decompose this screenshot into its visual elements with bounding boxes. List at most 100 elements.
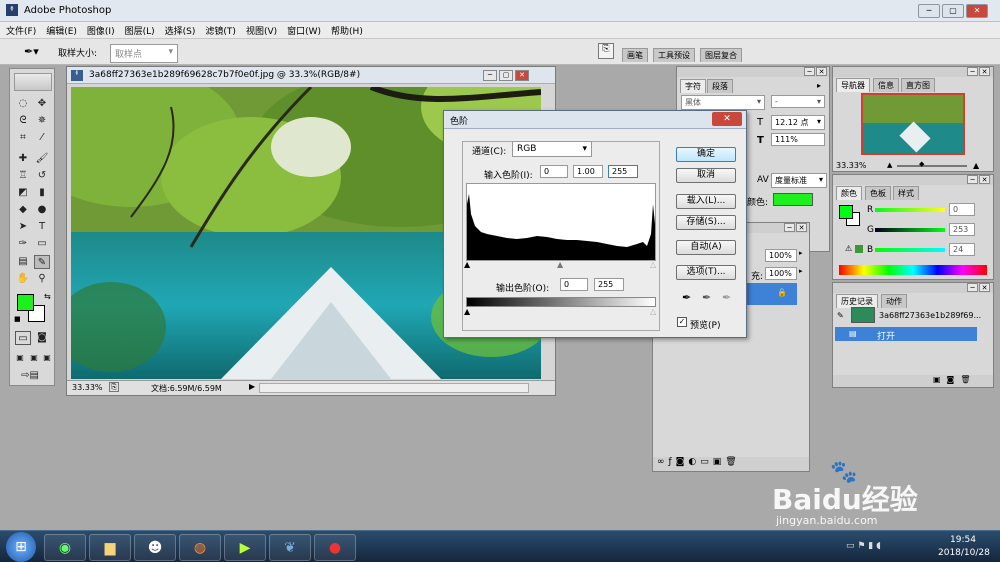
screen-mode-3-icon[interactable]: ▣ <box>39 351 55 365</box>
r-value-field[interactable]: 0 <box>949 203 975 216</box>
pen-tool-icon[interactable]: ✑ <box>15 237 31 251</box>
tab-info[interactable]: 信息 <box>873 78 899 92</box>
history-footer-icons[interactable]: ▣◙🗑 <box>833 375 993 387</box>
start-button[interactable]: ⊞ <box>6 532 36 562</box>
palette-well-icon[interactable]: ⎘ <box>598 43 614 59</box>
font-style-select[interactable]: - ▾ <box>771 95 825 108</box>
tab-brushes[interactable]: 画笔 <box>622 48 648 62</box>
dodge-tool-icon[interactable]: ● <box>34 203 50 217</box>
char-minimize-button[interactable]: ─ <box>804 67 815 76</box>
load-button[interactable]: 载入(L)... <box>676 194 736 209</box>
taskbar-media-icon[interactable]: ▶ <box>224 534 266 561</box>
type-tool-icon[interactable]: T <box>34 220 50 234</box>
sample-size-select[interactable]: 取样点 ▾ <box>110 44 178 63</box>
standard-mode-icon[interactable]: ▭ <box>15 331 31 345</box>
font-family-select[interactable]: 黑体 ▾ <box>681 95 765 110</box>
black-point-eyedropper-icon[interactable]: ✒ <box>682 291 691 304</box>
swap-colors-icon[interactable]: ⇆ <box>44 292 51 301</box>
horizontal-scrollbar[interactable] <box>259 383 529 393</box>
tab-layer-comps[interactable]: 图层复合 <box>700 48 742 62</box>
gamut-warning-icon[interactable]: ⚠ <box>845 244 852 253</box>
eyedropper-tool-icon[interactable]: ✒▾ <box>24 45 39 58</box>
gray-point-eyedropper-icon[interactable]: ✒ <box>702 291 711 304</box>
output-white-slider-handle-icon[interactable]: △ <box>650 307 656 316</box>
zoom-slider[interactable] <box>897 165 967 167</box>
eyedropper-tool-active-icon[interactable]: ✎ <box>34 255 50 269</box>
maximize-button[interactable]: ▢ <box>942 4 964 18</box>
background-layer-row[interactable]: 🔒 <box>747 283 797 305</box>
layer-fill-field[interactable]: 100% <box>765 267 797 280</box>
measure-select[interactable]: 度量标准 ▾ <box>771 173 827 188</box>
blur-tool-icon[interactable]: ◆ <box>15 203 31 217</box>
move-tool-icon[interactable]: ✥ <box>34 97 50 111</box>
doc-close-button[interactable]: ✕ <box>515 70 529 81</box>
font-size-field[interactable]: 12.12 点 ▾ <box>771 115 825 130</box>
shape-tool-icon[interactable]: ▭ <box>34 237 50 251</box>
close-button[interactable]: ✕ <box>966 4 988 18</box>
zoom-out-icon[interactable]: ▲ <box>887 161 892 169</box>
output-black-slider-handle-icon[interactable]: ▲ <box>464 307 470 316</box>
input-black-field[interactable]: 0 <box>540 165 568 178</box>
taskbar-photoshop-icon[interactable]: ❦ <box>269 534 311 561</box>
color-close-button[interactable]: ✕ <box>979 175 990 184</box>
tab-history[interactable]: 历史记录 <box>836 294 878 308</box>
path-selection-tool-icon[interactable]: ➤ <box>15 220 31 234</box>
menu-file[interactable]: 文件(F) <box>0 22 40 37</box>
layers-minimize-button[interactable]: ─ <box>784 223 795 232</box>
menu-layer[interactable]: 图层(L) <box>119 22 159 37</box>
tab-histogram[interactable]: 直方图 <box>901 78 935 92</box>
leading-field[interactable]: 111% <box>771 133 825 146</box>
g-slider[interactable] <box>875 228 945 232</box>
default-colors-icon[interactable]: ■ <box>14 315 21 323</box>
opacity-arrow-icon[interactable]: ▸ <box>799 249 803 257</box>
taskbar-recorder-icon[interactable]: ● <box>314 534 356 561</box>
hand-tool-icon[interactable]: ✋ <box>15 272 31 286</box>
options-button[interactable]: 选项(T)... <box>676 265 736 280</box>
input-white-field[interactable]: 255 <box>608 165 638 178</box>
history-close-button[interactable]: ✕ <box>979 283 990 292</box>
zoom-level[interactable]: 33.33% <box>72 383 103 392</box>
char-close-button[interactable]: ✕ <box>816 67 827 76</box>
doc-minimize-button[interactable]: ─ <box>483 70 497 81</box>
menu-image[interactable]: 图像(I) <box>81 22 119 37</box>
ok-button[interactable]: 确定 <box>676 147 736 162</box>
magic-wand-tool-icon[interactable]: ✵ <box>34 114 50 128</box>
minimize-button[interactable]: ─ <box>918 4 940 18</box>
layer-opacity-field[interactable]: 100% <box>765 249 797 262</box>
feather-logo-icon[interactable] <box>14 73 52 91</box>
slice-tool-icon[interactable]: ⁄ <box>34 131 50 145</box>
brush-tool-icon[interactable]: 🖌 <box>34 152 50 166</box>
quick-mask-icon[interactable]: ◙ <box>34 331 50 345</box>
marquee-tool-icon[interactable]: ◌ <box>15 97 31 111</box>
output-white-field[interactable]: 255 <box>594 278 624 291</box>
text-color-swatch[interactable] <box>773 193 813 206</box>
color-minimize-button[interactable]: ─ <box>967 175 978 184</box>
color-spectrum-bar[interactable] <box>839 265 987 275</box>
cancel-button[interactable]: 取消 <box>676 168 736 183</box>
menu-select[interactable]: 选择(S) <box>159 22 200 37</box>
preview-checkbox[interactable]: ✓ <box>677 317 687 327</box>
taskbar-360-icon[interactable]: ◉ <box>44 534 86 561</box>
input-gamma-field[interactable]: 1.00 <box>573 165 603 178</box>
doc-maximize-button[interactable]: ▢ <box>499 70 513 81</box>
taskbar-explorer-icon[interactable]: ▆ <box>89 534 131 561</box>
color-fg-swatch[interactable] <box>839 205 853 219</box>
b-value-field[interactable]: 24 <box>949 243 975 256</box>
jump-to-imageready-icon[interactable]: ⇨▤ <box>15 369 45 383</box>
zoom-slider-handle-icon[interactable]: ◆ <box>919 160 924 168</box>
tab-actions[interactable]: 动作 <box>881 294 907 308</box>
levels-close-button[interactable]: ✕ <box>712 112 742 126</box>
menu-help[interactable]: 帮助(H) <box>325 22 367 37</box>
menu-edit[interactable]: 编辑(E) <box>40 22 81 37</box>
status-arrow-icon[interactable]: ▶ <box>249 382 255 391</box>
healing-brush-tool-icon[interactable]: ✚ <box>15 152 31 166</box>
navigator-thumbnail[interactable] <box>861 93 965 155</box>
status-menu-icon[interactable]: ⎘ <box>109 382 119 392</box>
gamut-swatch[interactable] <box>855 245 863 253</box>
zoom-tool-icon[interactable]: ⚲ <box>34 272 50 286</box>
input-black-slider-handle-icon[interactable]: ▲ <box>464 260 470 269</box>
gradient-tool-icon[interactable]: ▮ <box>34 186 50 200</box>
history-minimize-button[interactable]: ─ <box>967 283 978 292</box>
history-brush-tool-icon[interactable]: ↺ <box>34 169 50 183</box>
taskbar-qq-icon[interactable]: ☻ <box>134 534 176 561</box>
